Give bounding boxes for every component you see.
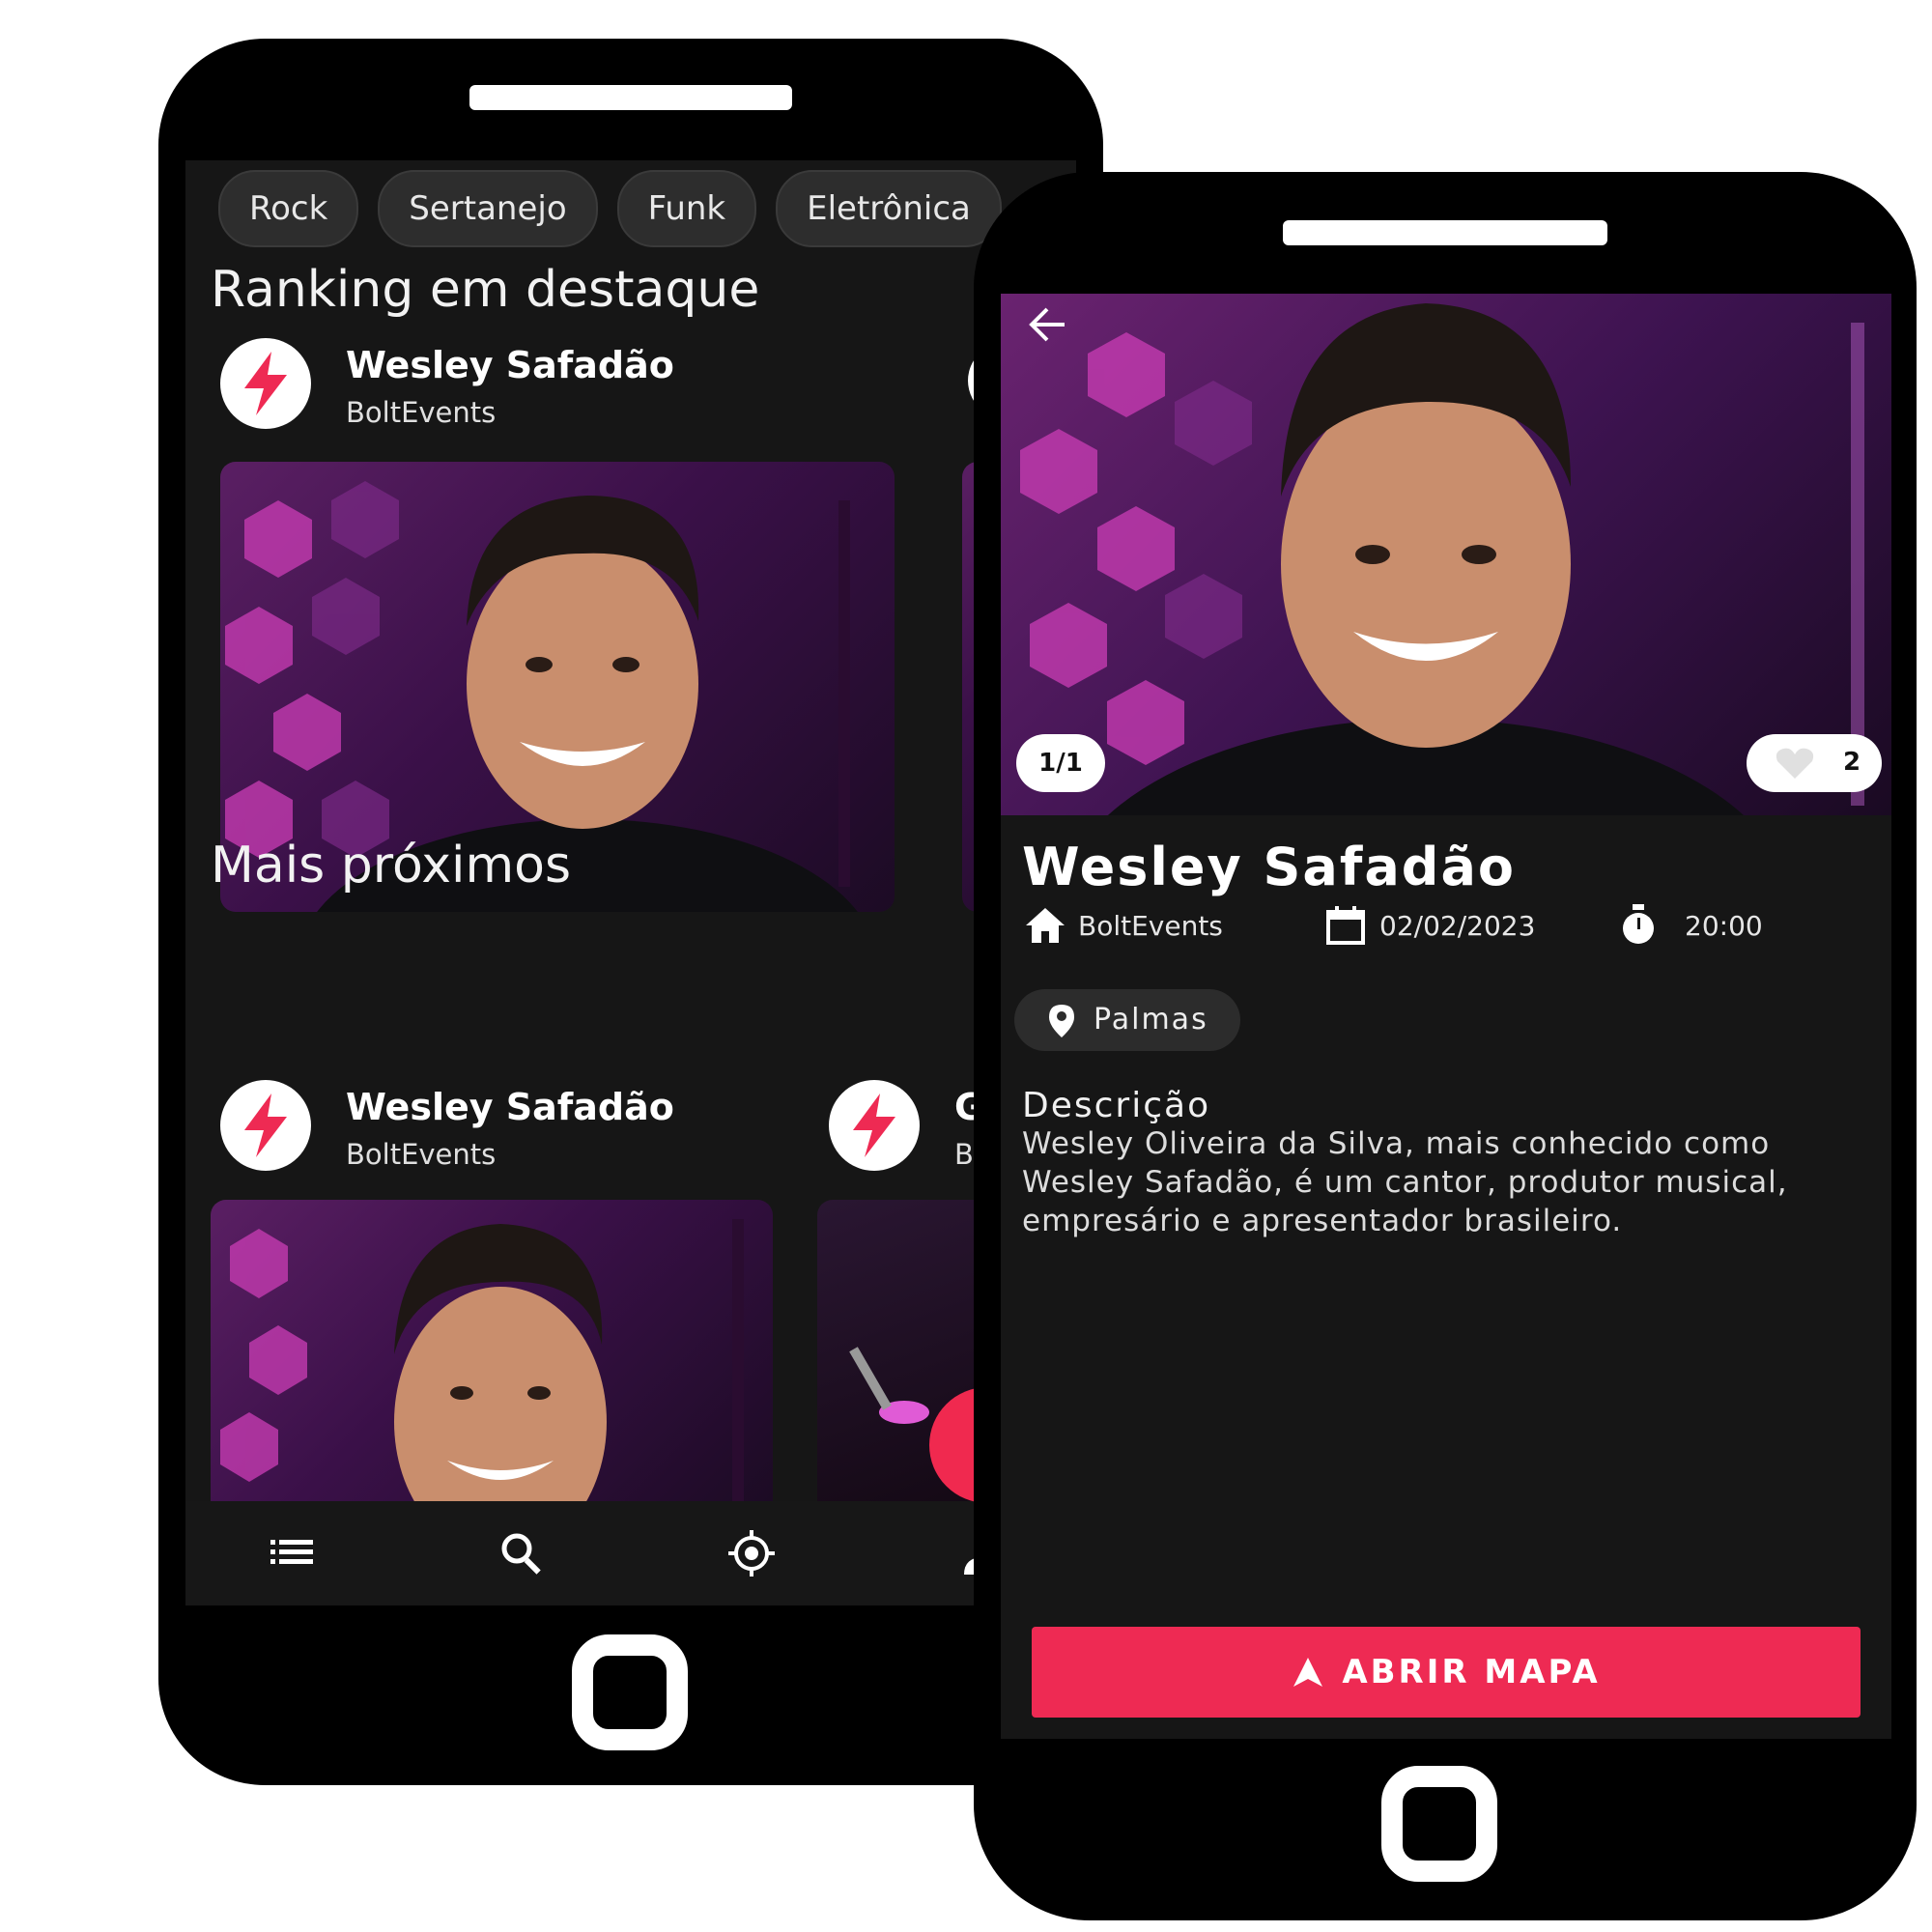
ranking-card-header[interactable]: Wesley Safadão BoltEvents — [220, 338, 896, 435]
phone-frame-right: 1/1 2 Wesley Safadão BoltEvents 02/02/20… — [974, 172, 1917, 1920]
event-hero-image[interactable]: 1/1 2 — [1001, 294, 1891, 815]
location-chip[interactable]: Palmas — [1014, 989, 1240, 1051]
location-pin-icon — [1049, 1005, 1074, 1037]
nearby-card-header[interactable]: Wesley Safadão BoltEvents — [220, 1080, 800, 1177]
genre-chip-funk[interactable]: Funk — [616, 170, 757, 247]
genre-chip-eletronica[interactable]: Eletrônica — [776, 170, 1002, 247]
event-detail-screen: 1/1 2 Wesley Safadão BoltEvents 02/02/20… — [1001, 294, 1891, 1739]
navigation-arrow-icon — [1293, 1658, 1323, 1687]
nearby-section-title: Mais próximos — [211, 837, 572, 895]
genre-chip-row: Rock Sertanejo Funk Eletrônica — [218, 170, 1021, 247]
open-map-button[interactable]: ABRIR MAPA — [1032, 1627, 1861, 1718]
image-counter-badge: 1/1 — [1016, 734, 1105, 792]
description-heading: Descrição — [1022, 1086, 1211, 1125]
search-icon[interactable] — [497, 1528, 547, 1578]
phone-speaker — [1283, 220, 1607, 245]
like-count: 2 — [1843, 748, 1861, 777]
bottom-navigation — [185, 1501, 1076, 1605]
genre-chip-sertanejo[interactable]: Sertanejo — [378, 170, 598, 247]
home-screen: Rock Sertanejo Funk Eletrônica Ranking em d… — [185, 160, 1076, 1605]
organizer-meta: BoltEvents — [1024, 898, 1265, 956]
genre-chip-rock[interactable]: Rock — [218, 170, 359, 247]
phone-home-button — [1381, 1766, 1497, 1882]
location-target-icon[interactable] — [726, 1528, 777, 1578]
bolt-logo-icon — [829, 1080, 920, 1171]
time-meta: 20:00 — [1619, 898, 1889, 956]
calendar-icon — [1326, 906, 1365, 945]
location-name: Palmas — [1094, 1003, 1208, 1037]
event-title: Wesley Safadão — [1022, 837, 1516, 897]
event-time: 20:00 — [1685, 910, 1763, 942]
card-title: Wesley Safadão — [346, 1086, 674, 1128]
back-arrow-icon[interactable] — [1024, 301, 1070, 348]
phone-frame-left: Rock Sertanejo Funk Eletrônica Ranking em d… — [158, 39, 1103, 1785]
bolt-logo-icon — [220, 1080, 311, 1171]
bolt-logo-icon — [220, 338, 311, 429]
stopwatch-icon — [1623, 904, 1654, 944]
event-photo[interactable] — [211, 1200, 773, 1501]
heart-icon — [1776, 748, 1814, 779]
phone-home-button — [572, 1634, 688, 1750]
open-map-label: ABRIR MAPA — [1342, 1653, 1601, 1691]
date-meta: 02/02/2023 — [1325, 898, 1586, 956]
phone-speaker — [469, 85, 792, 110]
description-text: Wesley Oliveira da Silva, mais conhecido… — [1022, 1126, 1788, 1238]
card-organizer: BoltEvents — [346, 396, 497, 429]
list-icon[interactable] — [267, 1528, 317, 1578]
card-title: Wesley Safadão — [346, 344, 674, 386]
organizer-name: BoltEvents — [1078, 910, 1223, 942]
card-organizer: BoltEvents — [346, 1138, 497, 1171]
event-date: 02/02/2023 — [1379, 910, 1536, 942]
ranking-section-title: Ranking em destaque — [211, 261, 760, 319]
card-organizer: B — [954, 1138, 974, 1171]
like-button[interactable]: 2 — [1747, 734, 1882, 792]
home-icon — [1026, 908, 1065, 943]
